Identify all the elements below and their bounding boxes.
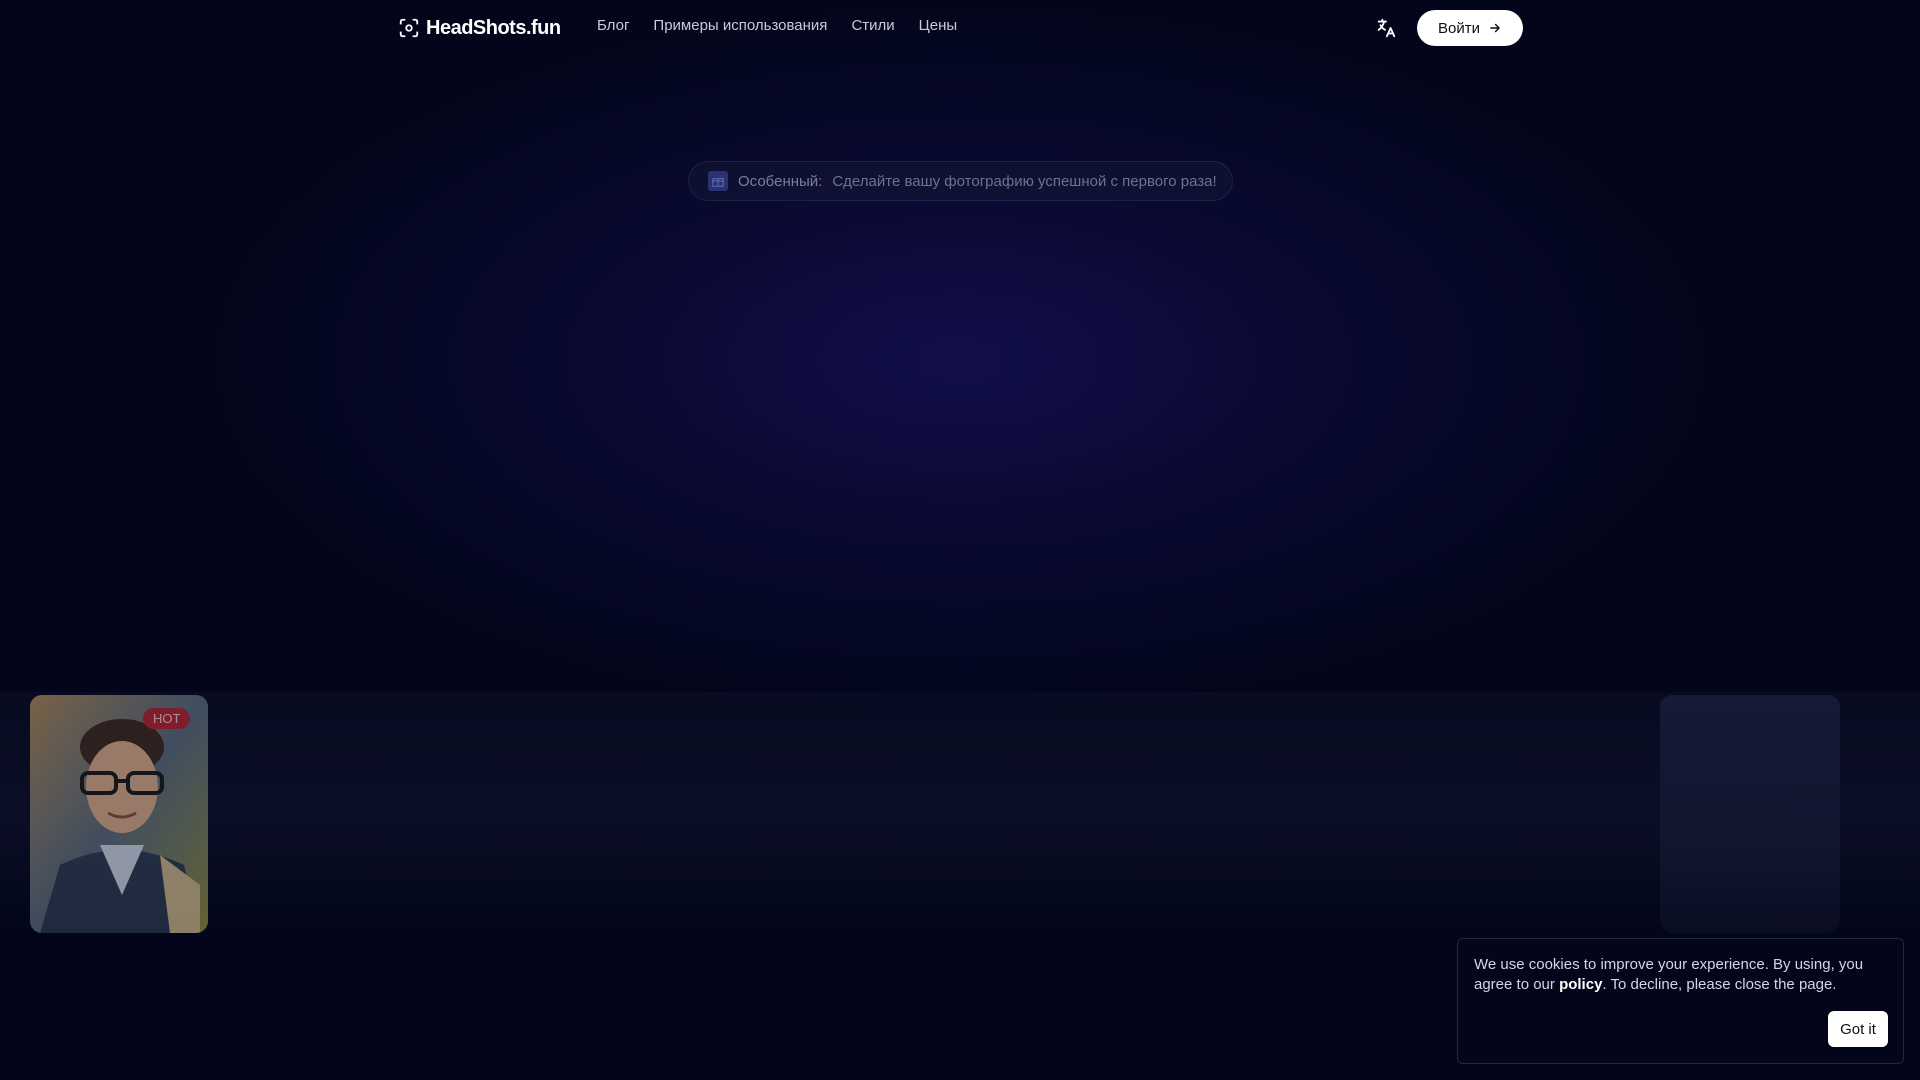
login-label: Войти xyxy=(1438,19,1480,37)
cookie-text-after: . To decline, please close the page. xyxy=(1602,976,1837,993)
policy-link[interactable]: policy xyxy=(1559,976,1602,993)
translate-icon xyxy=(1377,18,1396,38)
announcement-text: Сделайте вашу фотографию успешной с перв… xyxy=(832,172,1217,190)
language-button[interactable] xyxy=(1374,16,1398,40)
nav-item-blog[interactable]: Блог xyxy=(597,17,629,34)
headshot-image xyxy=(30,695,208,933)
gift-icon xyxy=(708,171,728,191)
nav-item-use-cases[interactable]: Примеры использования xyxy=(653,17,827,34)
camera-focus-icon xyxy=(399,18,419,38)
gallery-card-placeholder[interactable] xyxy=(1660,695,1840,933)
hot-badge: HOT xyxy=(143,708,191,729)
logo[interactable]: HeadShots.fun xyxy=(398,14,561,42)
cookie-banner: We use cookies to improve your experienc… xyxy=(1457,938,1904,1064)
nav-item-styles[interactable]: Стили xyxy=(851,17,894,34)
example-gallery xyxy=(0,692,1920,932)
cookie-text: We use cookies to improve your experienc… xyxy=(1474,955,1874,995)
got-it-button[interactable]: Got it xyxy=(1828,1011,1888,1047)
announcement-label: Особенный: xyxy=(738,172,823,190)
main-nav: Блог Примеры использования Стили Цены xyxy=(597,17,957,34)
login-button[interactable]: Войти xyxy=(1417,10,1523,46)
site-header: HeadShots.fun Блог Примеры использования… xyxy=(0,0,1920,56)
announcement-pill[interactable]: Особенный: Сделайте вашу фотографию успе… xyxy=(688,161,1233,201)
nav-item-pricing[interactable]: Цены xyxy=(919,17,958,34)
gallery-card-headshot[interactable]: HOT xyxy=(30,695,208,933)
arrow-right-icon xyxy=(1490,23,1500,33)
logo-text: HeadShots.fun xyxy=(426,16,561,39)
page: HeadShots.fun Блог Примеры использования… xyxy=(0,0,1920,1080)
